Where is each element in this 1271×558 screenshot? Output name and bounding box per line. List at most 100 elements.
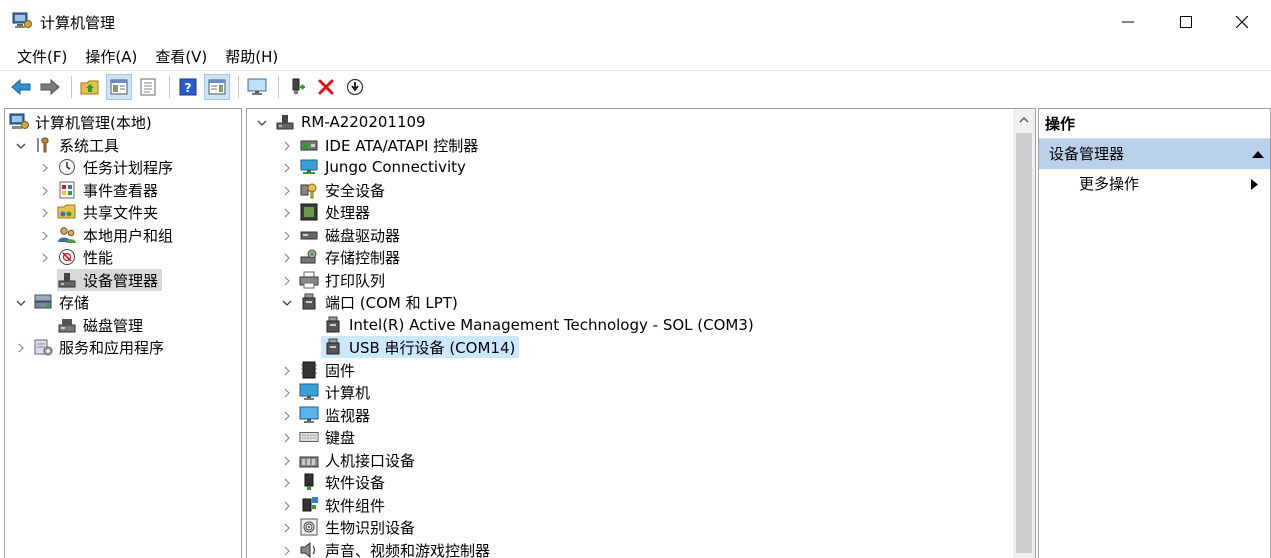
device-category-disk-drives[interactable]: 磁盘驱动器 xyxy=(299,224,400,246)
device-category-monitors[interactable]: 监视器 xyxy=(299,404,370,426)
device-category-hid[interactable]: 人机接口设备 xyxy=(299,449,415,471)
tree-item-system-tools[interactable]: 系统工具 xyxy=(33,134,119,156)
chevron-right-icon[interactable] xyxy=(281,162,293,174)
device-category-print-queues[interactable]: 打印队列 xyxy=(299,269,385,291)
device-port-usb-serial[interactable]: USB 串行设备 (COM14) xyxy=(321,336,520,358)
chevron-right-icon[interactable] xyxy=(39,230,51,242)
back-button[interactable] xyxy=(8,74,34,100)
tree-label: Jungo Connectivity xyxy=(325,158,466,176)
chevron-right-icon[interactable] xyxy=(281,410,293,422)
action-pane-icon xyxy=(208,79,226,94)
tree-root-computer-management[interactable]: 计算机管理(本地) xyxy=(9,111,152,133)
chevron-right-icon[interactable] xyxy=(281,365,293,377)
speaker-icon xyxy=(299,541,319,558)
chevron-down-icon[interactable] xyxy=(256,117,268,129)
tree-item-storage[interactable]: 存储 xyxy=(33,291,89,313)
maximize-button[interactable] xyxy=(1157,0,1215,44)
chevron-right-icon[interactable] xyxy=(39,252,51,264)
tree-item-local-users-groups[interactable]: 本地用户和组 xyxy=(57,224,173,246)
chevron-right-icon[interactable] xyxy=(281,432,293,444)
more-actions-item[interactable]: 更多操作 xyxy=(1039,171,1270,197)
chevron-right-icon[interactable] xyxy=(281,207,293,219)
tree-label: 存储控制器 xyxy=(325,248,401,267)
device-port-intel-amt-sol[interactable]: Intel(R) Active Management Technology - … xyxy=(323,314,754,336)
chevron-right-icon[interactable] xyxy=(281,522,293,534)
back-arrow-icon xyxy=(11,78,31,95)
chevron-up-icon xyxy=(1019,117,1029,123)
device-category-security[interactable]: 安全设备 xyxy=(299,179,385,201)
tree-label: 监视器 xyxy=(325,406,371,425)
minimize-button[interactable] xyxy=(1099,0,1157,44)
chevron-right-icon[interactable] xyxy=(15,342,27,354)
tree-item-services-applications[interactable]: 服务和应用程序 xyxy=(33,336,164,358)
properties-button[interactable] xyxy=(135,74,161,100)
disk-drive-icon xyxy=(299,226,319,244)
triangle-right-icon xyxy=(1251,179,1258,190)
vertical-scrollbar[interactable] xyxy=(1013,109,1035,558)
device-category-ports[interactable]: 端口 (COM 和 LPT) xyxy=(299,291,458,313)
up-level-button[interactable] xyxy=(77,74,103,100)
keyboard-icon xyxy=(299,428,319,446)
chevron-right-icon[interactable] xyxy=(281,477,293,489)
chevron-down-icon[interactable] xyxy=(15,140,27,152)
chevron-down-icon[interactable] xyxy=(281,297,293,309)
close-button[interactable] xyxy=(1213,0,1271,44)
chevron-right-icon[interactable] xyxy=(281,185,293,197)
tree-label: 计算机管理(本地) xyxy=(35,113,152,132)
tree-item-performance[interactable]: 性能 xyxy=(57,246,113,268)
update-driver-button[interactable] xyxy=(284,74,310,100)
computer-root-icon xyxy=(275,113,295,131)
device-category-sound-video-game[interactable]: 声音、视频和游戏控制器 xyxy=(299,539,490,558)
show-hide-console-tree-button[interactable] xyxy=(106,73,132,100)
chevron-right-icon[interactable] xyxy=(281,140,293,152)
scan-hardware-button[interactable] xyxy=(244,74,270,100)
firmware-chip-icon xyxy=(299,361,319,379)
tree-label: 人机接口设备 xyxy=(325,451,416,470)
tree-item-task-scheduler[interactable]: 任务计划程序 xyxy=(57,156,173,178)
device-category-software-devices[interactable]: 软件设备 xyxy=(299,471,385,493)
chevron-right-icon[interactable] xyxy=(281,252,293,264)
disable-device-button[interactable] xyxy=(342,74,368,100)
device-category-processor[interactable]: 处理器 xyxy=(299,201,370,223)
chevron-down-icon[interactable] xyxy=(15,297,27,309)
menu-action[interactable]: 操作(A) xyxy=(78,45,144,69)
actions-section-device-manager[interactable]: 设备管理器 xyxy=(1039,139,1270,169)
device-category-computer[interactable]: 计算机 xyxy=(299,381,370,403)
chevron-right-icon[interactable] xyxy=(39,207,51,219)
device-category-jungo[interactable]: Jungo Connectivity xyxy=(299,156,466,178)
device-manager-icon xyxy=(57,271,77,289)
chevron-right-icon[interactable] xyxy=(39,162,51,174)
tree-item-disk-management[interactable]: 磁盘管理 xyxy=(57,314,143,336)
device-category-storage-controllers[interactable]: 存储控制器 xyxy=(299,246,400,268)
chevron-right-icon[interactable] xyxy=(39,185,51,197)
device-category-biometric[interactable]: 生物识别设备 xyxy=(299,516,415,538)
show-hide-action-pane-button[interactable] xyxy=(204,73,230,100)
chevron-right-icon[interactable] xyxy=(281,275,293,287)
tree-label: 生物识别设备 xyxy=(325,518,416,537)
chevron-right-icon[interactable] xyxy=(281,230,293,242)
tree-item-shared-folders[interactable]: 共享文件夹 xyxy=(57,201,158,223)
device-category-software-components[interactable]: 软件组件 xyxy=(299,494,385,516)
forward-button[interactable] xyxy=(37,74,63,100)
scroll-up-button[interactable] xyxy=(1013,109,1035,131)
tree-item-device-manager[interactable]: 设备管理器 xyxy=(57,269,163,291)
shared-folder-icon xyxy=(57,203,77,221)
device-category-keyboards[interactable]: 键盘 xyxy=(299,426,355,448)
tree-item-event-viewer[interactable]: 事件查看器 xyxy=(57,179,158,201)
device-category-firmware[interactable]: 固件 xyxy=(299,359,355,381)
scroll-thumb[interactable] xyxy=(1016,133,1032,553)
tree-label: 磁盘管理 xyxy=(83,316,144,335)
device-tree-root[interactable]: RM-A220201109 xyxy=(275,111,426,133)
chevron-right-icon[interactable] xyxy=(281,387,293,399)
menu-help[interactable]: 帮助(H) xyxy=(218,45,285,69)
menu-file[interactable]: 文件(F) xyxy=(10,45,74,69)
device-category-ide[interactable]: IDE ATA/ATAPI 控制器 xyxy=(299,134,478,156)
uninstall-device-button[interactable] xyxy=(313,74,339,100)
monitor-scan-icon xyxy=(247,78,267,95)
menu-view[interactable]: 查看(V) xyxy=(148,45,214,69)
chevron-right-icon[interactable] xyxy=(281,500,293,512)
chevron-right-icon[interactable] xyxy=(281,455,293,467)
port-connector-icon xyxy=(299,293,319,311)
help-button[interactable]: ? xyxy=(175,74,201,100)
chevron-right-icon[interactable] xyxy=(281,545,293,557)
